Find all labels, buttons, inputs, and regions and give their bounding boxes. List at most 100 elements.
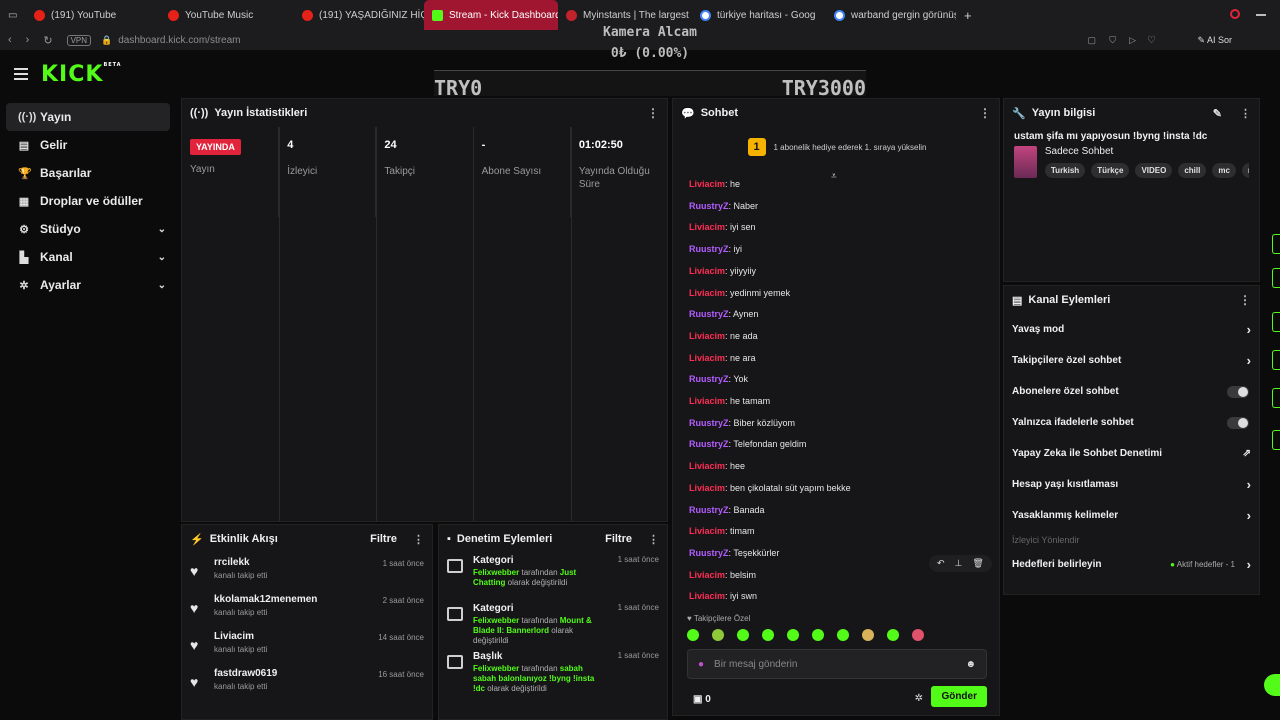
- banned-words-row[interactable]: Yasaklanmış kelimeler ›: [1004, 500, 1259, 531]
- chat-message[interactable]: Liviacim: belsim: [689, 570, 756, 580]
- browser-menu-button[interactable]: ▭: [0, 0, 26, 30]
- emote-icon[interactable]: [712, 629, 724, 641]
- chat-message[interactable]: Liviacim: ben çikolatalı süt yapım bekke: [689, 483, 851, 493]
- tag[interactable]: mc: [1212, 163, 1236, 178]
- emote-icon[interactable]: [862, 629, 874, 641]
- chat-message[interactable]: RuustryZ: Naber: [689, 201, 758, 211]
- tab-youtube-video[interactable]: (191) YAŞADIĞINIZ HİÇBİ: [294, 0, 424, 30]
- ai-moderation-row[interactable]: Yapay Zeka ile Sohbet Denetimi ⇗: [1004, 438, 1259, 469]
- list-item[interactable]: Kategori Felixwebber tarafından Just Chat…: [439, 553, 667, 601]
- vpn-badge[interactable]: VPN: [66, 34, 92, 46]
- chat-message[interactable]: Liviacim: timam: [689, 526, 755, 536]
- chat-message[interactable]: Liviacim: iyi sen: [689, 222, 756, 232]
- sidebar-item-droplar[interactable]: ▦ Droplar ve ödüller: [6, 187, 170, 215]
- delete-icon[interactable]: 🗑: [972, 558, 983, 569]
- chat-message[interactable]: Liviacim: yedinmi yemek: [689, 288, 790, 298]
- chat-message[interactable]: Liviacim: hee: [689, 461, 745, 471]
- quick-action-icon[interactable]: [1272, 430, 1280, 450]
- more-icon[interactable]: ⋮: [1240, 107, 1251, 120]
- chat-message[interactable]: Liviacim: he: [689, 179, 740, 189]
- emote-icon[interactable]: [787, 629, 799, 641]
- chat-username[interactable]: Liviacim: [689, 591, 725, 601]
- chat-message[interactable]: RuustryZ: Teşekkürler: [689, 548, 779, 558]
- chat-message[interactable]: RuustryZ: iyi: [689, 244, 742, 254]
- emote-only-toggle[interactable]: [1227, 416, 1249, 429]
- chat-username[interactable]: RuustryZ: [689, 418, 729, 428]
- tag[interactable]: n: [1241, 163, 1249, 178]
- chat-username[interactable]: RuustryZ: [689, 309, 729, 319]
- more-icon[interactable]: ⋮: [648, 533, 659, 546]
- emote-icon[interactable]: [737, 629, 749, 641]
- subs-only-toggle[interactable]: [1227, 385, 1249, 398]
- chat-username[interactable]: Liviacim: [689, 461, 725, 471]
- emote-icon[interactable]: [912, 629, 924, 641]
- sidebar-item-ayarlar[interactable]: ✲ Ayarlar ⌄: [6, 271, 170, 299]
- chat-message[interactable]: Liviacim: iyi swn: [689, 591, 757, 601]
- reply-icon[interactable]: ↶: [937, 558, 945, 569]
- sidebar-item-gelir[interactable]: ▤ Gelir: [6, 131, 170, 159]
- emote-icon[interactable]: [812, 629, 824, 641]
- reload-icon[interactable]: ↻: [43, 34, 52, 47]
- filter-button[interactable]: Filtre: [605, 533, 632, 545]
- kick-logo[interactable]: KICKBETA: [41, 62, 122, 87]
- list-item[interactable]: Başlık Felixwebber tarafından sabah sabah…: [439, 649, 667, 697]
- chat-username[interactable]: Liviacim: [689, 179, 725, 189]
- list-item[interactable]: ♥ Liviacim kanalı takip etti 14 saat önce: [182, 627, 432, 664]
- targets-row[interactable]: Hedefleri belirleyin ● Aktif hedefler - 1…: [1004, 549, 1259, 580]
- scroll-down-icon[interactable]: ⩡: [831, 171, 837, 182]
- pin-icon[interactable]: ⊥: [955, 558, 963, 569]
- minimize-icon[interactable]: [1256, 14, 1266, 16]
- help-icon[interactable]: [1264, 674, 1280, 696]
- forward-icon[interactable]: ›: [26, 34, 30, 46]
- chat-message[interactable]: Liviacim: yiiyyiiy: [689, 266, 756, 276]
- sidebar-item-studyo[interactable]: ⚙ Stüdyo ⌄: [6, 215, 170, 243]
- back-icon[interactable]: ‹: [8, 34, 12, 46]
- sidebar-item-yayin[interactable]: ((·)) Yayın: [6, 103, 170, 131]
- slow-mode-row[interactable]: Yavaş mod ›: [1004, 314, 1259, 345]
- emoji-icon[interactable]: ☻: [965, 659, 976, 670]
- subs-only-row[interactable]: Abonelere özel sohbet: [1004, 376, 1259, 407]
- chat-message[interactable]: Liviacim: ne ada: [689, 331, 758, 341]
- list-item[interactable]: ♥ rrcilekk kanalı takip etti 1 saat önce: [182, 553, 432, 590]
- chat-username[interactable]: RuustryZ: [689, 505, 729, 515]
- chat-message[interactable]: Liviacim: he tamam: [689, 396, 770, 406]
- chat-username[interactable]: RuustryZ: [689, 374, 729, 384]
- ai-button[interactable]: ✎ AI Sor: [1197, 35, 1232, 46]
- chat-username[interactable]: RuustryZ: [689, 439, 729, 449]
- chat-username[interactable]: Liviacim: [689, 266, 725, 276]
- list-item[interactable]: Kategori Felixwebber tarafından Mount & B…: [439, 601, 667, 649]
- chat-message[interactable]: Liviacim: ne ara: [689, 353, 756, 363]
- emote-icon[interactable]: [887, 629, 899, 641]
- bookmark-icon[interactable]: ▢: [1087, 35, 1096, 46]
- url-field[interactable]: dashboard.kick.com/stream: [118, 35, 240, 46]
- list-item[interactable]: ♥ kkolamak12menemen kanalı takip etti 2 saa…: [182, 590, 432, 627]
- chat-input[interactable]: ● Bir mesaj gönderin ☻: [687, 649, 987, 679]
- chat-username[interactable]: Liviacim: [689, 353, 725, 363]
- tag[interactable]: VIDEO: [1135, 163, 1173, 178]
- tab-youtube[interactable]: (191) YouTube: [26, 0, 160, 30]
- emote-icon[interactable]: [687, 629, 699, 641]
- quick-action-icon[interactable]: [1272, 312, 1280, 332]
- edit-icon[interactable]: ✎: [1213, 107, 1222, 120]
- more-icon[interactable]: ⋮: [413, 533, 424, 546]
- chat-username[interactable]: RuustryZ: [689, 201, 729, 211]
- chat-username[interactable]: Liviacim: [689, 331, 725, 341]
- new-tab-button[interactable]: +: [956, 0, 980, 30]
- quick-action-icon[interactable]: [1272, 234, 1280, 254]
- quick-action-icon[interactable]: [1272, 388, 1280, 408]
- emote-only-row[interactable]: Yalnızca ifadelerle sohbet: [1004, 407, 1259, 438]
- chat-message[interactable]: RuustryZ: Yok: [689, 374, 748, 384]
- chat-username[interactable]: RuustryZ: [689, 548, 729, 558]
- quick-action-icon[interactable]: [1272, 350, 1280, 370]
- tag[interactable]: Türkçe: [1091, 163, 1130, 178]
- chat-settings-icon[interactable]: ✲: [915, 693, 923, 704]
- followers-only-row[interactable]: Takipçilere özel sohbet ›: [1004, 345, 1259, 376]
- sidebar-item-basarilar[interactable]: 🏆 Başarılar: [6, 159, 170, 187]
- pinned-banner[interactable]: 1 1 abonelik hediye ederek 1. sıraya yüks…: [673, 127, 1001, 167]
- chat-username[interactable]: Liviacim: [689, 222, 725, 232]
- heart-icon[interactable]: ♡: [1147, 35, 1156, 46]
- quick-action-icon[interactable]: [1272, 268, 1280, 288]
- chat-username[interactable]: Liviacim: [689, 288, 725, 298]
- play-icon[interactable]: ▷: [1129, 35, 1136, 46]
- more-icon[interactable]: ⋮: [1239, 293, 1251, 307]
